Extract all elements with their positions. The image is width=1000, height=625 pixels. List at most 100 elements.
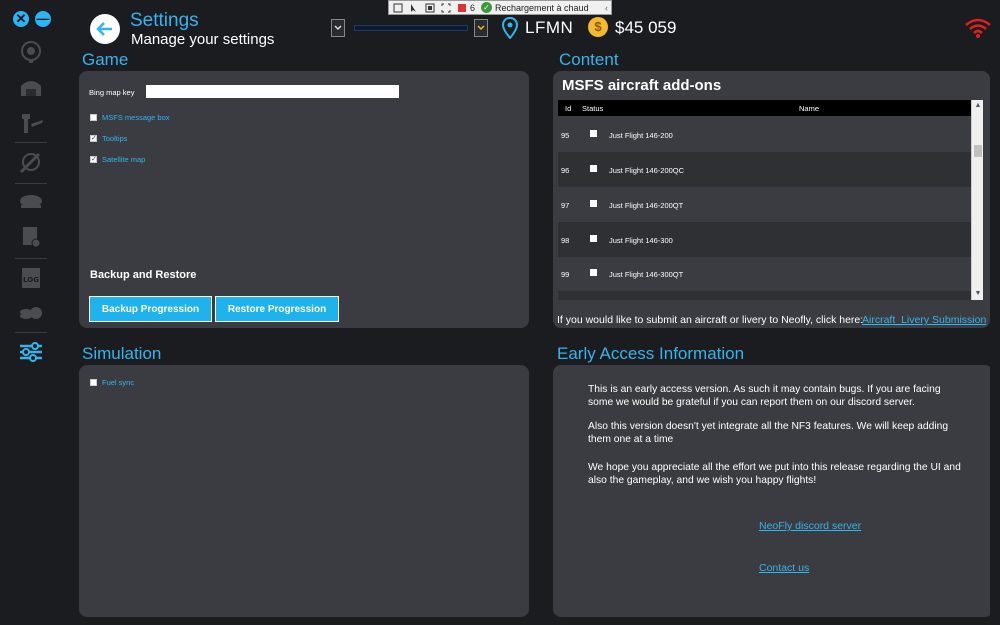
row-status-checkbox[interactable] bbox=[590, 269, 597, 276]
select-element-icon[interactable] bbox=[391, 1, 405, 14]
row-id: 95 bbox=[561, 131, 570, 140]
back-button[interactable] bbox=[90, 14, 120, 44]
row-status-checkbox[interactable] bbox=[590, 200, 597, 207]
trophy-icon[interactable] bbox=[18, 40, 44, 64]
column-header-id[interactable]: Id bbox=[565, 104, 571, 113]
time-increase-select[interactable] bbox=[474, 19, 488, 37]
sidebar: ✕ — LOG bbox=[0, 0, 62, 625]
aircraft-livery-submission-link[interactable]: Aircraft_Livery Submission bbox=[862, 314, 986, 326]
time-decrease-select[interactable] bbox=[331, 19, 345, 37]
simulation-panel bbox=[79, 365, 529, 617]
table-row[interactable] bbox=[558, 291, 971, 300]
scroll-up-icon[interactable]: ▲ bbox=[972, 101, 984, 111]
svg-text:LOG: LOG bbox=[23, 276, 39, 284]
row-id: 97 bbox=[561, 201, 570, 210]
table-row[interactable]: 96 Just Flight 146-200QC bbox=[558, 152, 971, 187]
table-scrollbar[interactable]: ▲ ▼ bbox=[971, 100, 983, 300]
backup-progression-button[interactable]: Backup Progression bbox=[89, 296, 212, 322]
submit-aircraft-text: If you would like to submit an aircraft … bbox=[557, 314, 864, 326]
table-row[interactable]: 95 Just Flight 146-200 bbox=[558, 117, 971, 152]
discord-server-link[interactable]: NeoFly discord server bbox=[759, 520, 861, 532]
minimize-window-button[interactable]: — bbox=[35, 11, 51, 27]
addons-table: Id Status Name 95 Just Flight 146-200 96… bbox=[558, 100, 971, 300]
chevron-down-icon bbox=[477, 25, 485, 31]
arrow-left-icon bbox=[96, 22, 112, 36]
coins-icon[interactable] bbox=[18, 300, 44, 324]
row-name: Just Flight 146-200QC bbox=[609, 166, 685, 175]
location-pin-icon bbox=[502, 17, 518, 39]
checkbox-label: MSFS message box bbox=[102, 113, 170, 122]
pilot-cap-icon[interactable] bbox=[18, 190, 44, 214]
time-slider[interactable] bbox=[354, 25, 468, 31]
balance: $45 059 bbox=[615, 18, 677, 37]
current-airport: LFMN bbox=[525, 18, 574, 37]
coin-icon: $ bbox=[588, 17, 608, 37]
checkbox-label: Fuel sync bbox=[102, 378, 135, 387]
hangar-icon[interactable] bbox=[18, 75, 44, 99]
sidebar-divider bbox=[15, 183, 47, 184]
hot-reload-toolbar: 6 ✓ Rechargement à chaud ‹ bbox=[388, 0, 612, 15]
game-panel bbox=[79, 71, 529, 328]
app-window: ✕ — LOG Settings Manage your settings 6 … bbox=[0, 0, 1000, 625]
simulation-section-title: Simulation bbox=[82, 344, 162, 363]
checkbox-box[interactable] bbox=[90, 379, 97, 386]
row-id: 98 bbox=[561, 236, 570, 245]
checkbox-box[interactable]: ✓ bbox=[90, 135, 97, 142]
binding-errors-icon[interactable] bbox=[455, 1, 469, 14]
row-name: Just Flight 146-200 bbox=[609, 131, 673, 140]
hot-reload-status: Rechargement à chaud bbox=[495, 2, 589, 13]
wifi-icon bbox=[965, 18, 991, 38]
track-focus-icon[interactable] bbox=[439, 1, 453, 14]
display-layout-icon[interactable] bbox=[423, 1, 437, 14]
pointer-icon[interactable] bbox=[407, 1, 421, 14]
game-section-title: Game bbox=[82, 50, 129, 69]
restore-progression-button[interactable]: Restore Progression bbox=[215, 296, 339, 322]
row-id: 96 bbox=[561, 166, 570, 175]
scroll-thumb[interactable] bbox=[974, 145, 982, 157]
msfs-message-box-checkbox[interactable]: MSFS message box bbox=[90, 113, 170, 122]
row-name: Just Flight 146-300 bbox=[609, 236, 673, 245]
bing-map-key-input[interactable] bbox=[146, 85, 399, 98]
globe-plane-icon[interactable] bbox=[18, 150, 44, 174]
content-section-title: Content bbox=[559, 50, 619, 69]
column-header-name[interactable]: Name bbox=[799, 104, 819, 113]
row-status-checkbox[interactable] bbox=[590, 165, 597, 172]
checkbox-box[interactable]: ✓ bbox=[90, 156, 97, 163]
sidebar-divider bbox=[15, 258, 47, 259]
column-header-status[interactable]: Status bbox=[582, 104, 603, 113]
logbook-icon[interactable]: LOG bbox=[18, 266, 44, 290]
binding-error-count: 6 bbox=[470, 2, 476, 13]
table-row[interactable]: 99 Just Flight 146-300QT bbox=[558, 256, 971, 291]
table-row[interactable]: 97 Just Flight 146-200QT bbox=[558, 187, 971, 222]
page-title: Settings bbox=[130, 10, 199, 31]
settings-sliders-icon[interactable] bbox=[18, 340, 44, 364]
row-status-checkbox[interactable] bbox=[590, 235, 597, 242]
bing-map-key-label: Bing map key bbox=[89, 88, 135, 97]
checkbox-box[interactable] bbox=[90, 114, 97, 121]
page-subtitle: Manage your settings bbox=[131, 31, 275, 48]
backup-restore-title: Backup and Restore bbox=[90, 269, 197, 281]
checkbox-label: Tooltips bbox=[102, 134, 128, 143]
satellite-map-checkbox[interactable]: ✓ Satellite map bbox=[90, 155, 145, 164]
sidebar-divider bbox=[15, 332, 47, 333]
tooltips-checkbox[interactable]: ✓ Tooltips bbox=[90, 134, 127, 143]
sidebar-divider bbox=[15, 142, 47, 143]
check-icon: ✓ bbox=[481, 2, 493, 13]
window-edge bbox=[990, 70, 1000, 625]
certificate-icon[interactable] bbox=[18, 225, 44, 249]
early-access-paragraph: Also this version doesn't yet integrate … bbox=[588, 421, 949, 445]
scroll-down-icon[interactable]: ▼ bbox=[972, 289, 984, 299]
row-id: 99 bbox=[561, 270, 570, 279]
row-name: Just Flight 146-300QT bbox=[609, 270, 684, 279]
fuel-sync-checkbox[interactable]: Fuel sync bbox=[90, 378, 134, 387]
table-header: Id Status Name bbox=[558, 100, 971, 116]
close-window-button[interactable]: ✕ bbox=[13, 11, 29, 27]
addons-panel-title: MSFS aircraft add-ons bbox=[562, 77, 722, 94]
table-row[interactable]: 98 Just Flight 146-300 bbox=[558, 222, 971, 257]
contact-us-link[interactable]: Contact us bbox=[759, 562, 809, 574]
early-access-paragraph: We hope you appreciate all the effort we… bbox=[588, 462, 961, 486]
tower-icon[interactable] bbox=[18, 110, 44, 134]
early-access-section-title: Early Access Information bbox=[557, 344, 745, 363]
collapse-icon[interactable]: ‹ bbox=[605, 3, 608, 13]
row-status-checkbox[interactable] bbox=[590, 130, 597, 137]
